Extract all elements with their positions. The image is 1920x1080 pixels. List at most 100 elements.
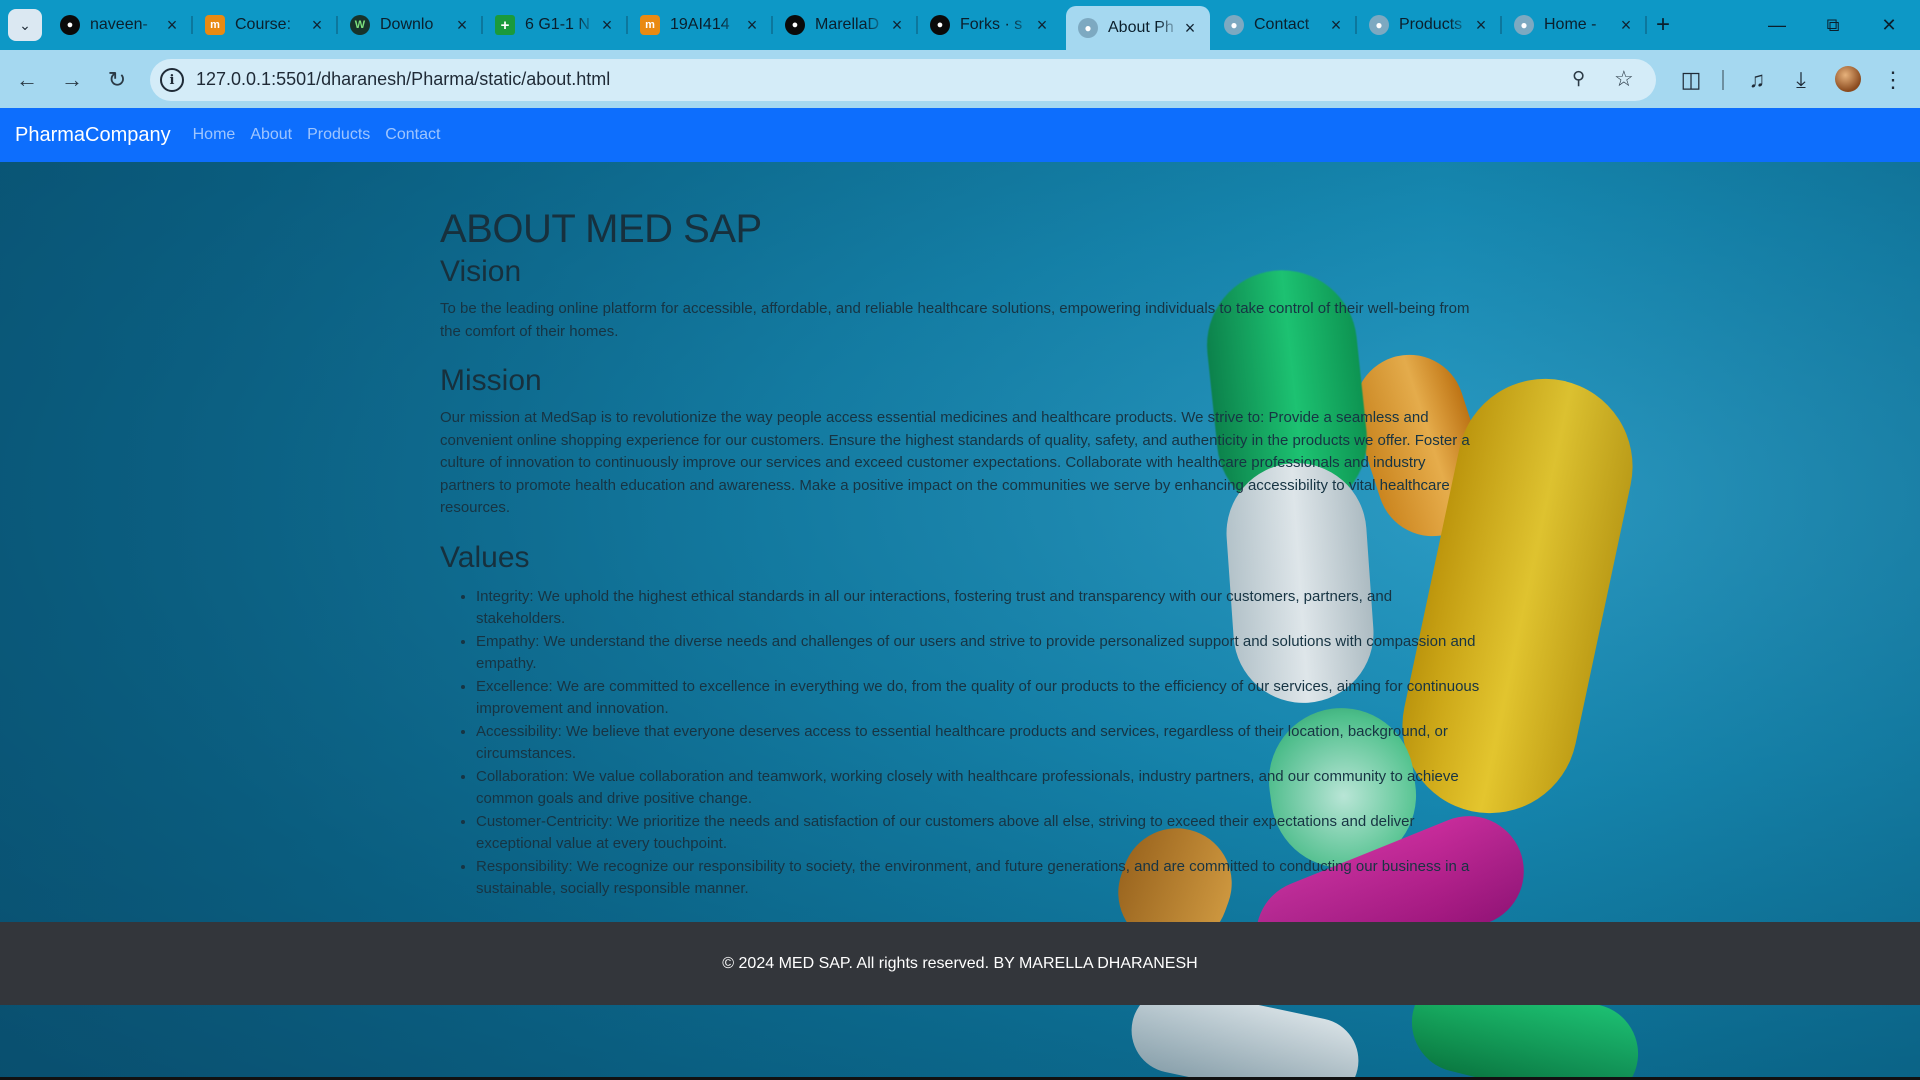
reload-button[interactable]: ↻ (101, 64, 133, 96)
close-icon[interactable]: × (307, 15, 327, 36)
info-icon[interactable]: i (160, 68, 184, 92)
value-item: Excellence: We are committed to excellen… (476, 676, 1480, 721)
value-item: Empathy: We understand the diverse needs… (476, 631, 1480, 676)
puzzle-icon: ◫ (1680, 67, 1702, 92)
tab-title: Course: (235, 16, 292, 33)
close-icon[interactable]: × (1471, 15, 1491, 36)
value-item: Accessibility: We believe that everyone … (476, 721, 1480, 766)
forward-button[interactable]: → (56, 64, 88, 96)
reload-icon: ↻ (107, 67, 127, 92)
close-icon[interactable]: × (742, 15, 762, 36)
globe-icon: ● (1224, 15, 1244, 35)
github-icon: ● (60, 15, 80, 35)
more-vertical-icon: ⋮ (1882, 67, 1904, 92)
site-footer: © 2024 MED SAP. All rights reserved. BY … (0, 922, 1920, 1005)
coursera-icon: m (640, 15, 660, 35)
close-icon[interactable]: × (887, 15, 907, 36)
media-button[interactable]: ♫ (1740, 63, 1774, 97)
downloads-button[interactable]: ⤓ (1784, 63, 1818, 97)
close-icon[interactable]: × (1180, 18, 1200, 39)
tab-title: About Ph (1108, 19, 1174, 36)
page-viewport: PharmaCompany Home About Products Contac… (0, 108, 1920, 1080)
close-icon[interactable]: × (1326, 15, 1346, 36)
about-content: ABOUT MED SAP Vision To be the leading o… (440, 206, 1480, 901)
close-icon[interactable]: × (1616, 15, 1636, 36)
value-item: Customer-Centricity: We prioritize the n… (476, 811, 1480, 856)
restore-button[interactable]: ⧉ (1810, 8, 1856, 42)
download-icon: ⤓ (1796, 67, 1806, 92)
globe-icon: ● (1078, 18, 1098, 38)
page-title: ABOUT MED SAP (440, 207, 762, 251)
minimize-icon: — (1768, 14, 1786, 35)
value-item: Collaboration: We value collaboration an… (476, 766, 1480, 811)
restore-icon: ⧉ (1826, 14, 1840, 35)
w-icon: W (350, 15, 370, 35)
plus-icon: + (495, 15, 515, 35)
tab-title: 6 G1-1 N (525, 16, 590, 33)
browser-tab[interactable]: m Course: × (193, 6, 338, 44)
tab-title: Products (1399, 16, 1463, 33)
url-text[interactable]: 127.0.0.1:5501/dharanesh/Pharma/static/a… (196, 69, 610, 90)
globe-icon: ● (1514, 15, 1534, 35)
github-icon: ● (930, 15, 950, 35)
bookmark-star-icon[interactable]: ☆ (1614, 66, 1638, 91)
brand-link[interactable]: PharmaCompany (15, 124, 171, 147)
coursera-icon: m (205, 15, 225, 35)
browser-tab[interactable]: ● Contact × (1212, 6, 1357, 44)
browser-tab[interactable]: ● Home - × (1502, 6, 1647, 44)
browser-tab[interactable]: W Downlo × (338, 6, 483, 44)
tab-search-button[interactable]: ⌄ (8, 9, 42, 41)
queue-music-icon: ♫ (1748, 67, 1766, 92)
plus-icon: + (1655, 11, 1670, 38)
browser-tab[interactable]: ● naveen- × (48, 6, 193, 44)
arrow-left-icon: ← (16, 67, 38, 92)
browser-tab[interactable]: m 19AI414 × (628, 6, 773, 44)
browser-tab-active[interactable]: ● About Ph × (1066, 6, 1210, 50)
extensions-button[interactable]: ◫ (1674, 63, 1708, 97)
browser-toolbar: ← → ↻ i 127.0.0.1:5501/dharanesh/Pharma/… (0, 50, 1920, 108)
site-navbar: PharmaCompany Home About Products Contac… (0, 108, 1920, 162)
tab-strip: ⌄ ● naveen- × m Course: × W Downlo × + 6… (0, 0, 1920, 50)
toolbar-divider (1722, 70, 1724, 90)
globe-icon: ● (1369, 15, 1389, 35)
minimize-button[interactable]: — (1754, 8, 1800, 42)
tab-title: Home - (1544, 16, 1597, 33)
tab-title: Downlo (380, 16, 434, 33)
nav-link-contact[interactable]: Contact (385, 126, 440, 144)
back-button[interactable]: ← (11, 64, 43, 96)
browser-tab[interactable]: ● Forks · s × (918, 6, 1062, 44)
mission-heading: Mission (440, 364, 542, 397)
value-item: Responsibility: We recognize our respons… (476, 856, 1480, 901)
vision-heading: Vision (440, 255, 522, 288)
values-list: Integrity: We uphold the highest ethical… (440, 586, 1480, 901)
tab-title: MarellaD (815, 16, 880, 33)
close-icon[interactable]: × (597, 15, 617, 36)
nav-link-about[interactable]: About (250, 126, 292, 144)
tab-title: Forks · s (960, 16, 1023, 33)
nav-link-products[interactable]: Products (307, 126, 370, 144)
tab-title: Contact (1254, 16, 1310, 33)
footer-text: © 2024 MED SAP. All rights reserved. BY … (722, 954, 1198, 972)
close-icon[interactable]: × (452, 15, 472, 36)
browser-tab[interactable]: ● MarellaD × (773, 6, 918, 44)
profile-avatar[interactable] (1835, 66, 1861, 92)
tab-title: naveen- (90, 16, 148, 33)
close-icon: ✕ (1881, 14, 1897, 35)
arrow-right-icon: → (61, 67, 83, 92)
chevron-down-icon: ⌄ (19, 16, 31, 33)
zoom-icon[interactable]: ⚲ (1572, 68, 1596, 92)
nav-link-home[interactable]: Home (193, 126, 236, 144)
browser-tab[interactable]: ● Products × (1357, 6, 1502, 44)
address-bar[interactable]: i 127.0.0.1:5501/dharanesh/Pharma/static… (150, 59, 1656, 101)
value-item: Integrity: We uphold the highest ethical… (476, 586, 1480, 631)
values-heading: Values (440, 540, 530, 574)
tab-title: 19AI414 (670, 16, 730, 33)
close-icon[interactable]: × (162, 15, 182, 36)
menu-button[interactable]: ⋮ (1876, 63, 1910, 97)
close-icon[interactable]: × (1032, 15, 1052, 36)
vision-text: To be the leading online platform for ac… (440, 300, 1470, 340)
browser-tab[interactable]: + 6 G1-1 N × (483, 6, 628, 44)
new-tab-button[interactable]: + (1648, 10, 1678, 40)
mission-text: Our mission at MedSap is to revolutioniz… (440, 409, 1470, 516)
close-window-button[interactable]: ✕ (1866, 8, 1912, 42)
